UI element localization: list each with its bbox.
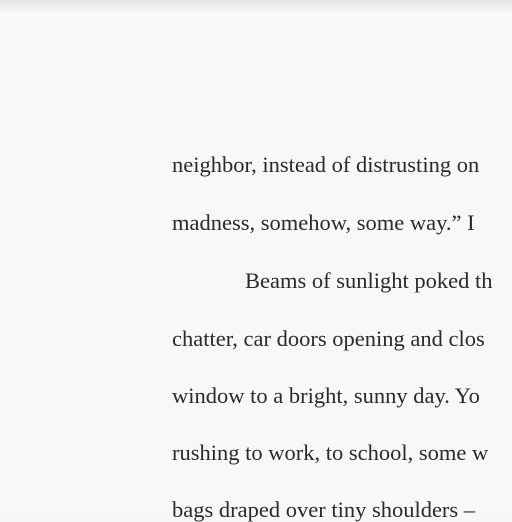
- text-line: madness, somehow, some way.” I: [172, 210, 475, 235]
- document-page: [0, 12, 512, 512]
- text-line: neighbor, instead of distrusting on: [172, 152, 480, 177]
- text-line: window to a bright, sunny day. Yo: [172, 383, 480, 408]
- scan-edge: [0, 0, 512, 12]
- text-line: bags draped over tiny shoulders –: [172, 497, 476, 522]
- text-line: rushing to work, to school, some w: [172, 440, 489, 465]
- text-line: chatter, car doors opening and clos: [172, 326, 485, 351]
- paragraph-start-line: Beams of sunlight poked th: [245, 268, 493, 293]
